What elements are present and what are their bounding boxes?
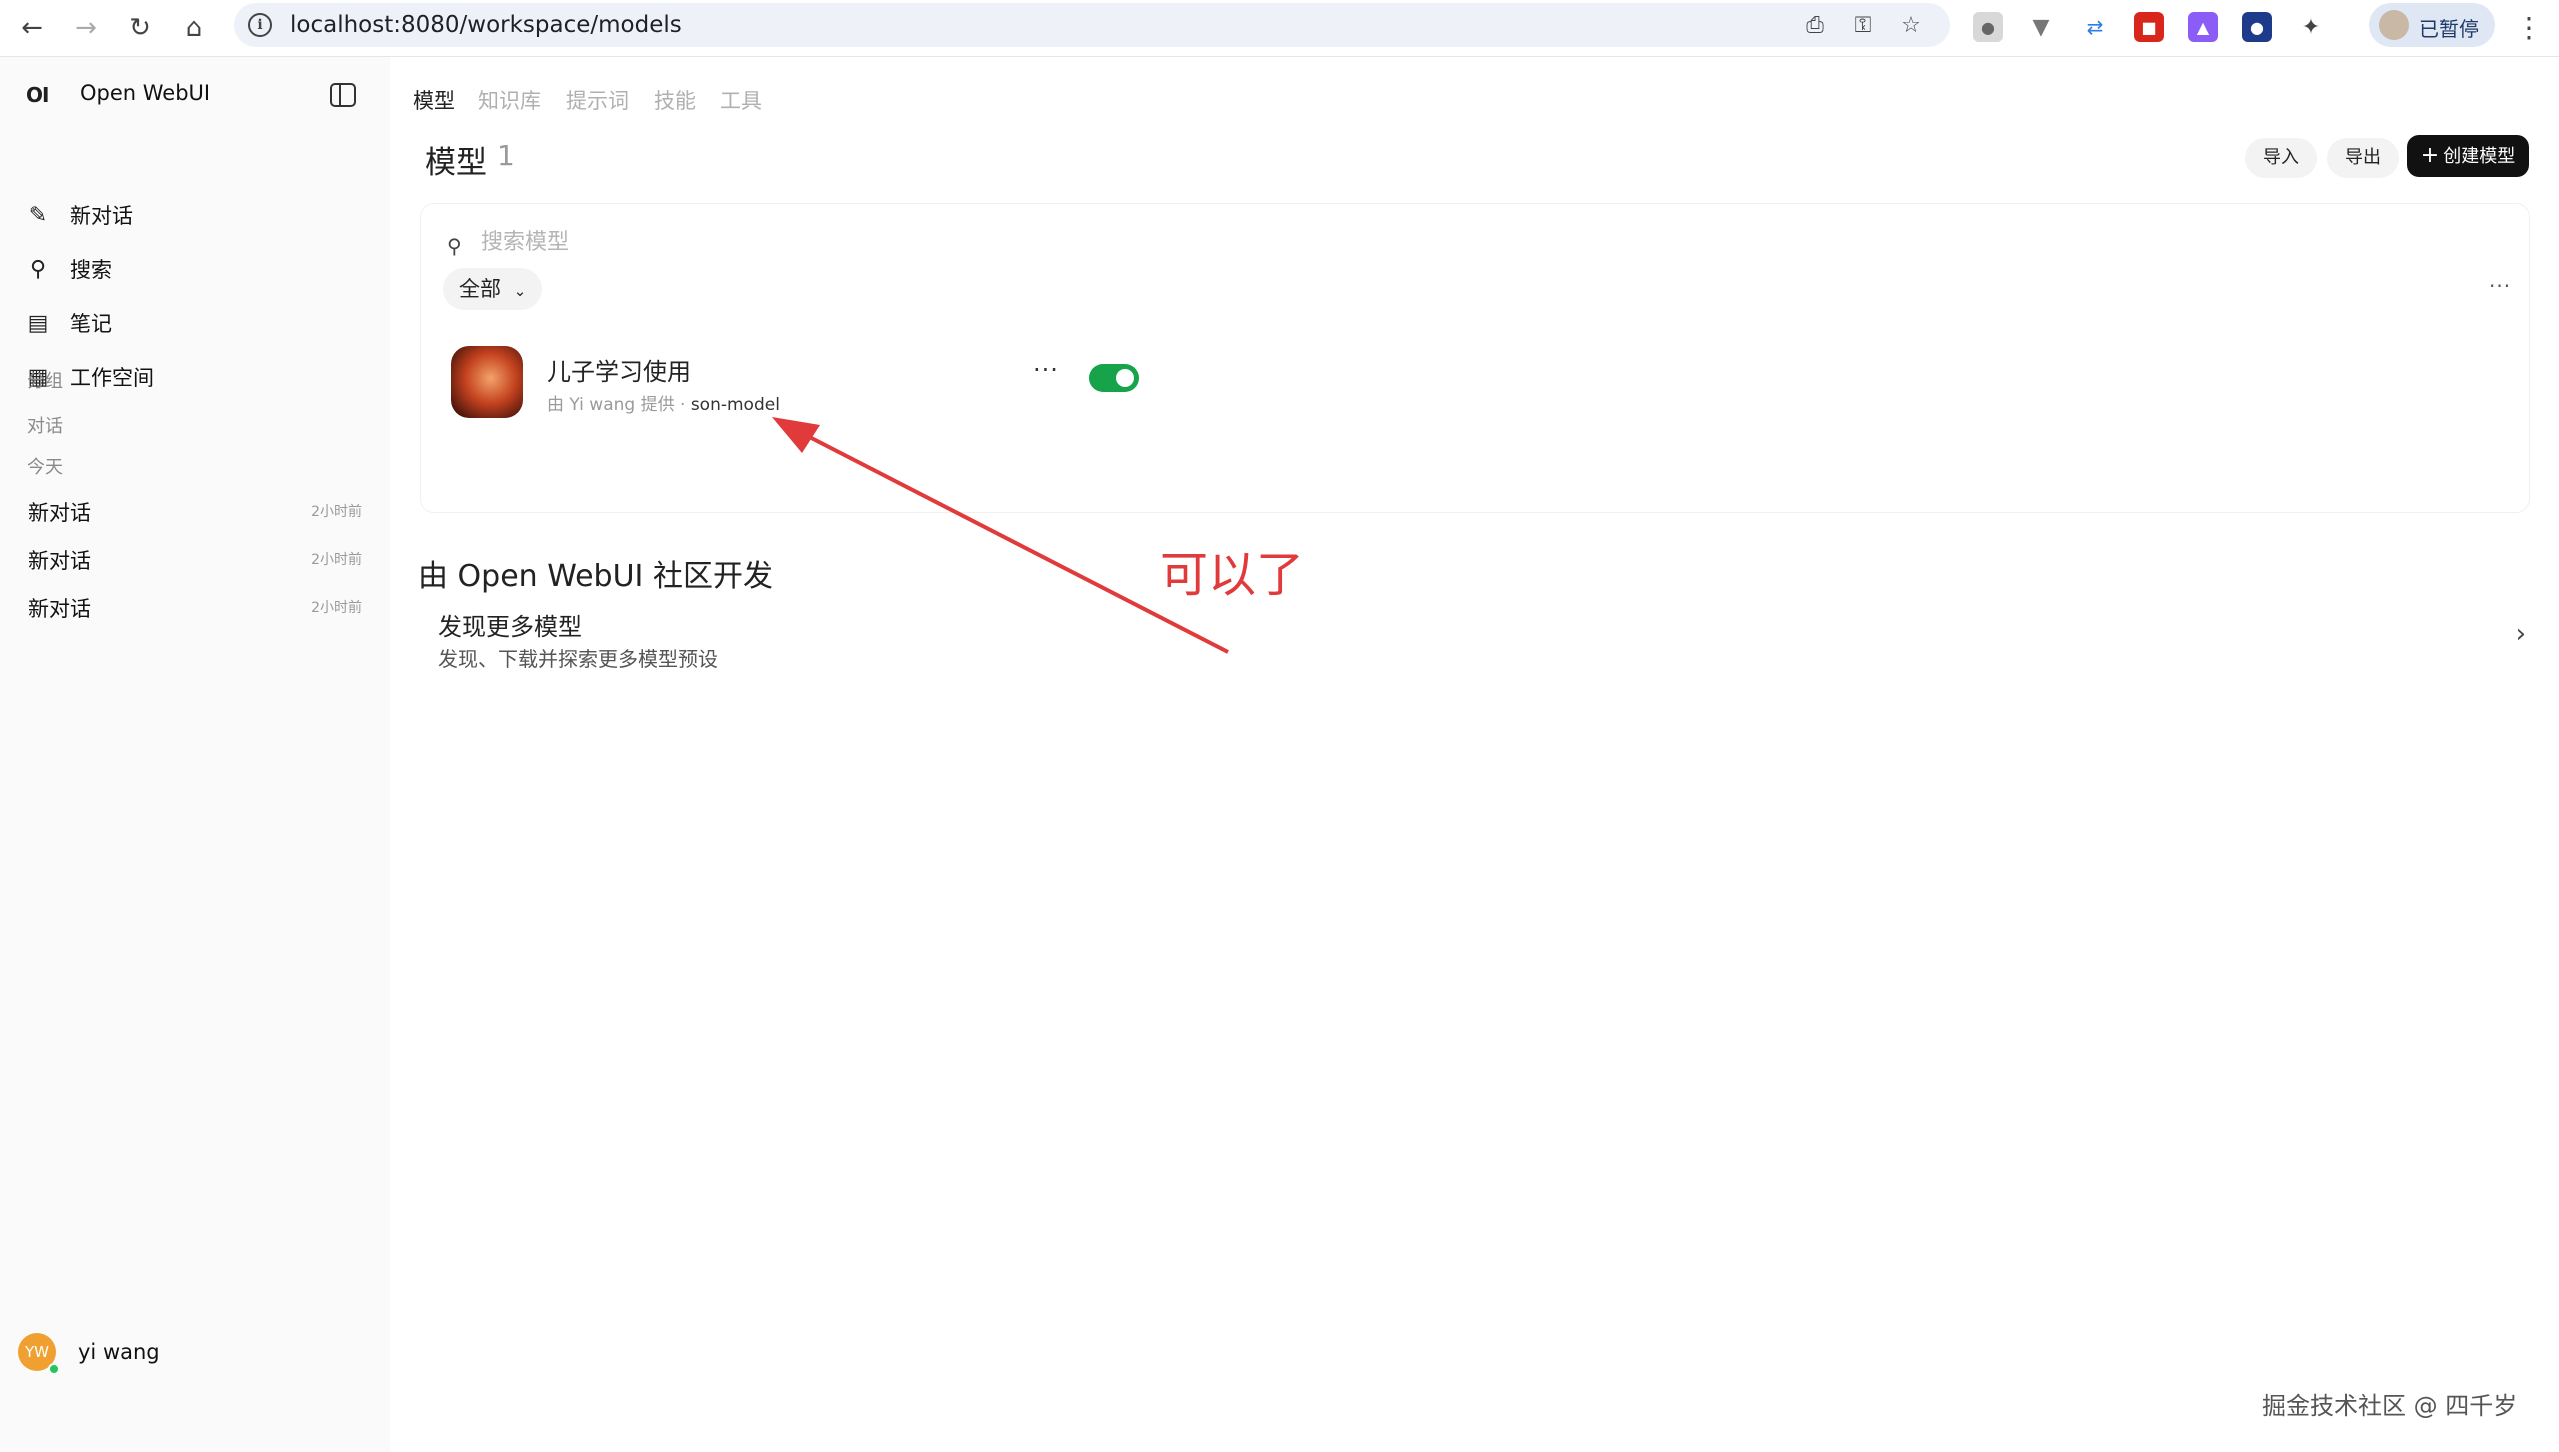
watermark: 掘金技术社区 @ 四千岁: [2262, 1392, 2518, 1420]
arrow-head: [772, 417, 820, 453]
extension-v-icon[interactable]: ▼: [2026, 12, 2056, 42]
chats-heading[interactable]: 对话: [27, 412, 63, 438]
password-key-icon[interactable]: ⚿: [1846, 9, 1880, 41]
discover-subtitle: 发现、下载并探索更多模型预设: [438, 647, 718, 671]
install-app-icon[interactable]: ⎙: [1798, 9, 1832, 41]
sidebar-item-label: 笔记: [70, 312, 112, 336]
community-title: 由 Open WebUI 社区开发: [418, 559, 773, 594]
edit-icon: ✎: [28, 202, 48, 228]
chat-title: 新对话: [28, 597, 91, 621]
chat-list-item[interactable]: 新对话 2小时前: [28, 589, 362, 625]
reload-icon[interactable]: ↻: [120, 8, 160, 48]
online-status-dot: [48, 1363, 60, 1375]
notes-icon: ▤: [27, 310, 49, 336]
sidebar-item-new-chat[interactable]: ✎ 新对话: [24, 197, 364, 233]
forward-icon[interactable]: →: [66, 8, 106, 48]
sidebar-item-search[interactable]: ⚲ 搜索: [24, 251, 364, 287]
extension-purple-icon[interactable]: ▲: [2188, 12, 2218, 42]
browser-menu-icon[interactable]: ⋮: [2512, 8, 2546, 48]
user-name[interactable]: yi wang: [78, 1340, 160, 1364]
today-heading: 今天: [27, 457, 63, 478]
brand-name: Open WebUI: [80, 81, 211, 105]
extension-blue-icon[interactable]: ●: [2242, 12, 2272, 42]
profile-avatar: [2379, 10, 2409, 40]
profile-status: 已暂停: [2419, 17, 2479, 41]
sidebar: OI Open WebUI ✎ 新对话 ⚲ 搜索 ▤ 笔记 ▦ 工作空间 分组 …: [0, 57, 390, 1452]
extension-red-icon[interactable]: ■: [2134, 12, 2164, 42]
chat-title: 新对话: [28, 501, 91, 525]
sidebar-item-label: 新对话: [70, 204, 133, 228]
extension-sync-icon[interactable]: ⇄: [2080, 12, 2110, 42]
main-content: 模型 知识库 提示词 技能 工具 模型 1 导入 导出 +创建模型 ⚲ 全部 ⌄…: [390, 57, 2559, 1452]
chat-list-item[interactable]: 新对话 2小时前: [28, 493, 362, 529]
chat-time: 2小时前: [311, 504, 362, 520]
discover-title: 发现更多模型: [438, 613, 582, 641]
groups-heading[interactable]: 分组: [27, 367, 63, 393]
home-icon[interactable]: ⌂: [174, 8, 214, 48]
site-info-icon[interactable]: i: [248, 13, 272, 37]
bookmark-star-icon[interactable]: ☆: [1894, 9, 1928, 41]
chat-list-item[interactable]: 新对话 2小时前: [28, 541, 362, 577]
browser-toolbar: ← → ↻ ⌂ i localhost:8080/workspace/model…: [0, 0, 2559, 57]
sidebar-item-label: 搜索: [70, 258, 112, 282]
chat-title: 新对话: [28, 549, 91, 573]
chevron-right-icon: ›: [2515, 619, 2526, 649]
sidebar-item-notes[interactable]: ▤ 笔记: [24, 305, 364, 341]
extension-translate-icon[interactable]: ●: [1973, 12, 2003, 42]
chat-time: 2小时前: [311, 552, 362, 568]
extensions-puzzle-icon[interactable]: ✦: [2296, 12, 2326, 42]
url-text: localhost:8080/workspace/models: [290, 12, 682, 38]
sidebar-toggle-icon[interactable]: [330, 83, 356, 107]
annotation-text: 可以了: [1160, 547, 1305, 603]
sidebar-item-label: 工作空间: [70, 366, 154, 390]
address-bar[interactable]: i localhost:8080/workspace/models ⎙ ⚿ ☆: [234, 3, 1950, 47]
search-icon: ⚲: [29, 256, 47, 282]
sidebar-item-workspace[interactable]: ▦ 工作空间: [24, 359, 364, 395]
back-icon[interactable]: ←: [12, 8, 52, 48]
profile-button[interactable]: 已暂停: [2369, 3, 2495, 47]
chat-time: 2小时前: [311, 600, 362, 616]
brand-logo: OI: [26, 83, 49, 107]
discover-more-models-link[interactable]: 发现更多模型 发现、下载并探索更多模型预设 ›: [418, 597, 2536, 677]
